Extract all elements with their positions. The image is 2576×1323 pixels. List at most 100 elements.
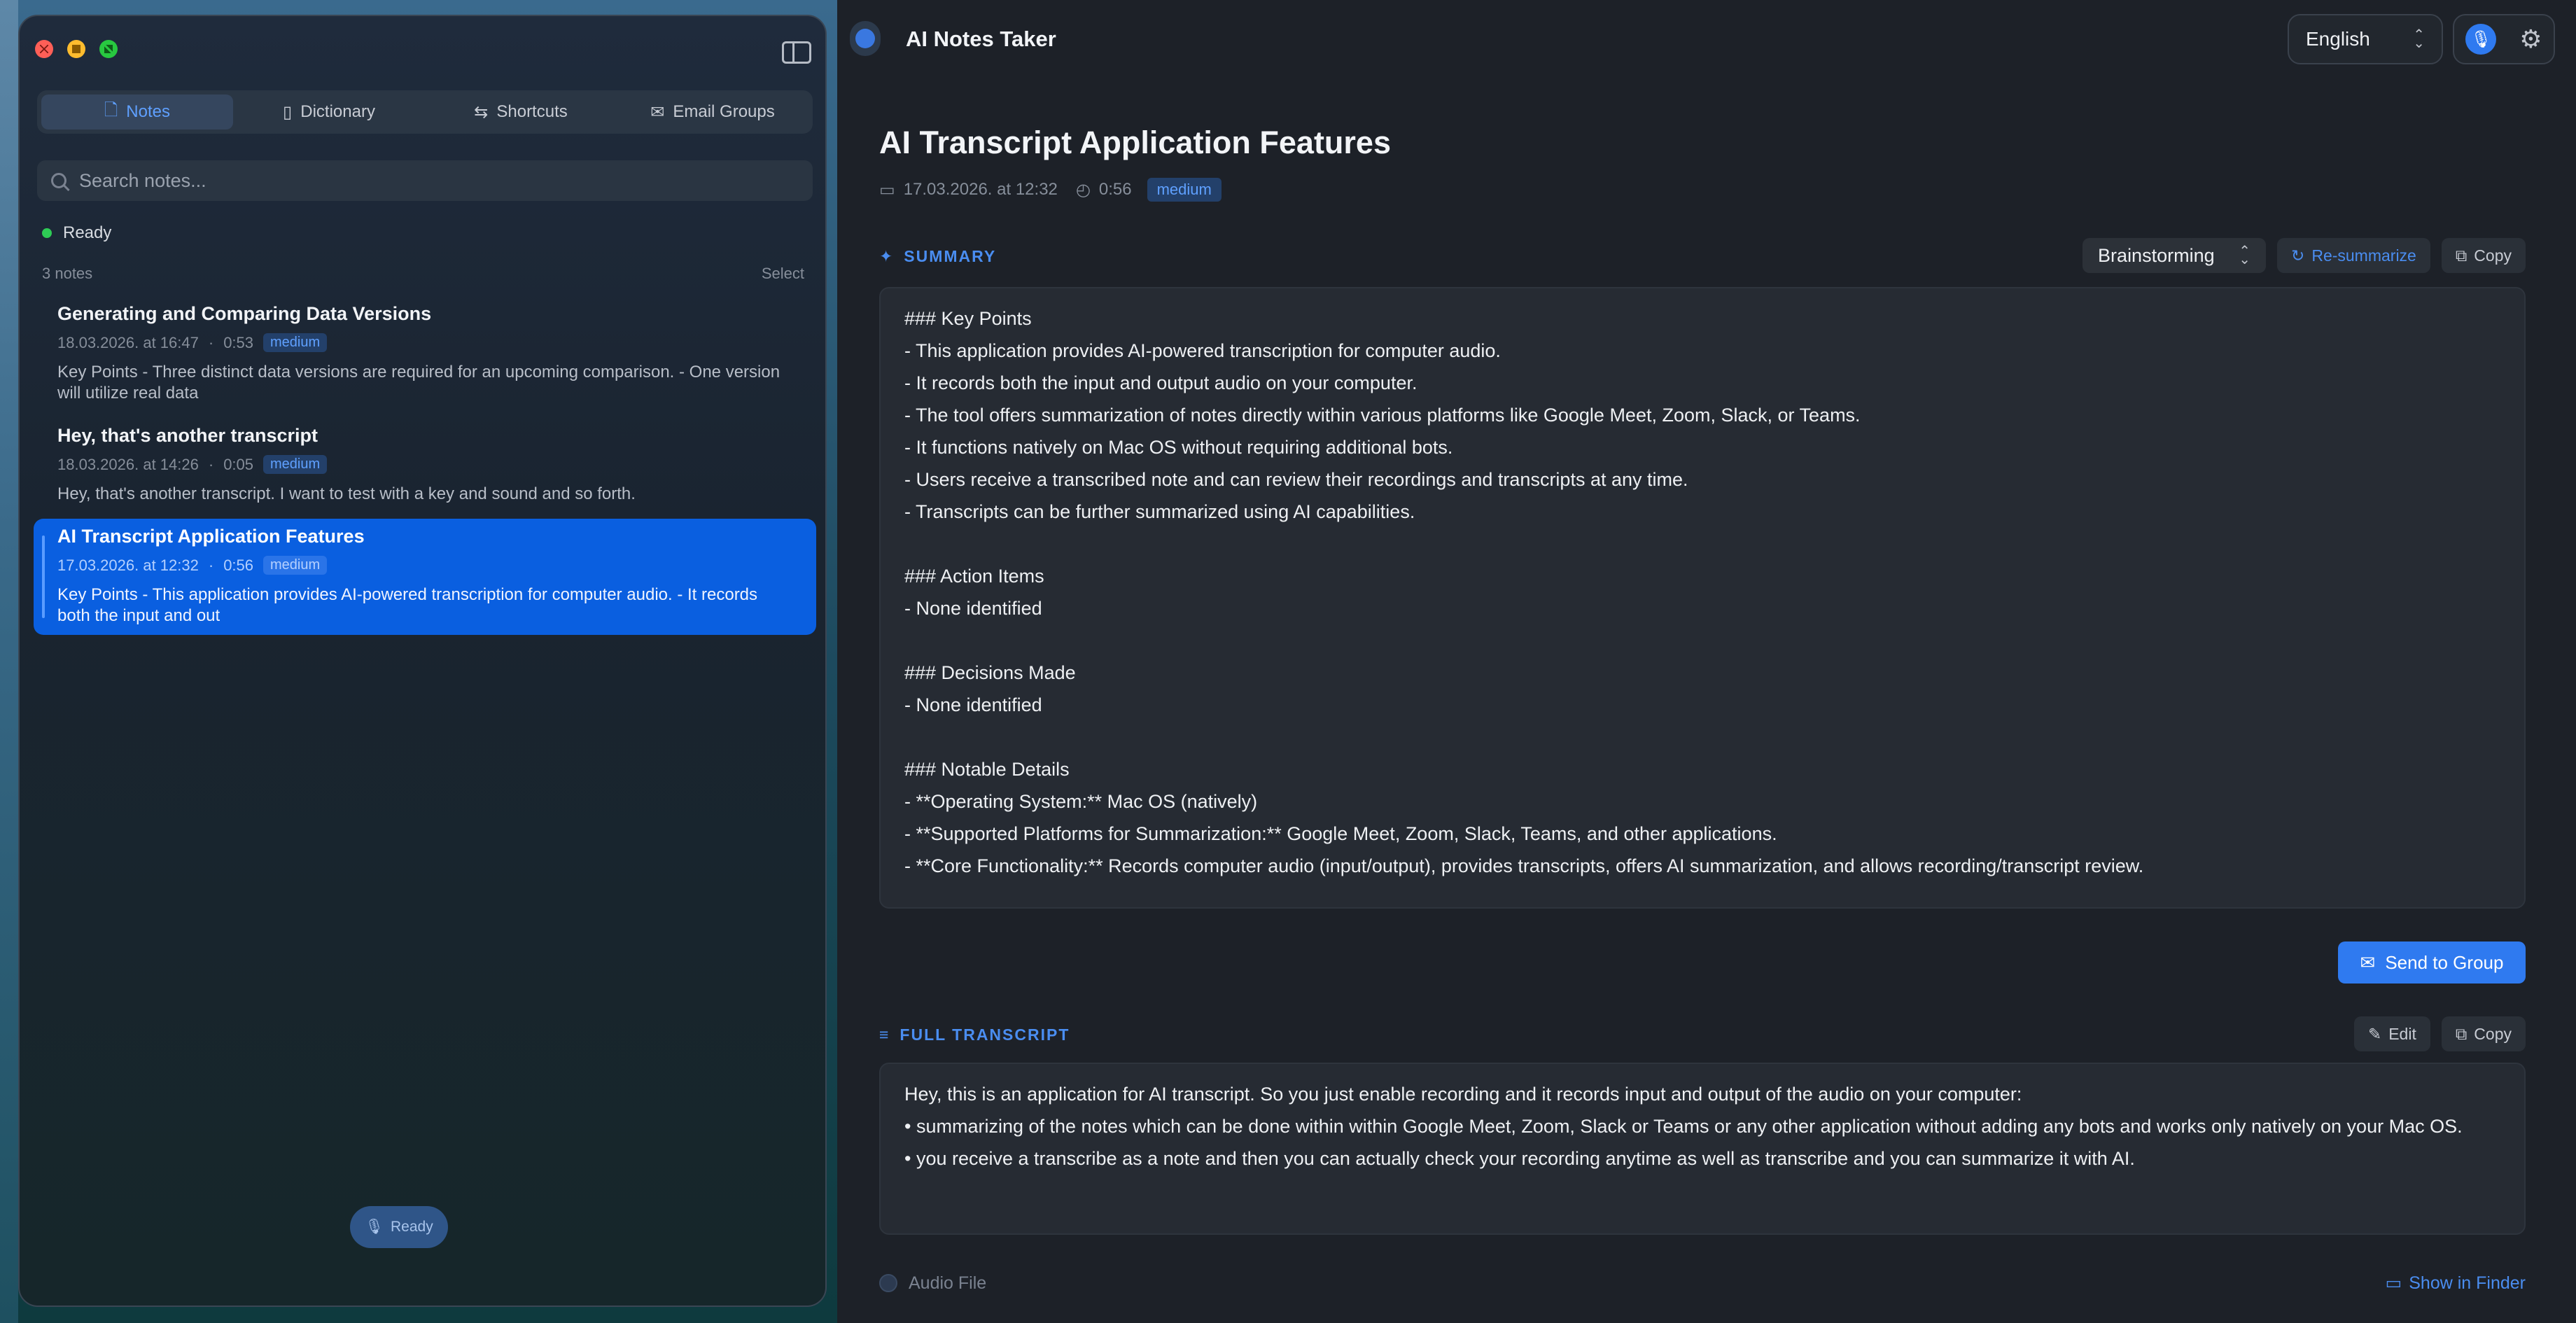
gear-icon[interactable]: ⚙ bbox=[2519, 24, 2542, 54]
tab-dictionary[interactable]: ▯ Dictionary bbox=[233, 94, 425, 130]
copy-label: Copy bbox=[2474, 1024, 2512, 1043]
summary-line: - **Operating System:** Mac OS (natively… bbox=[904, 791, 1258, 812]
close-window-button[interactable] bbox=[35, 40, 53, 58]
list-item-selected[interactable]: AI Transcript Application Features 17.03… bbox=[34, 519, 816, 635]
search-input[interactable] bbox=[79, 169, 799, 192]
toolbar: AI Notes Taker English ⌃ ⌄ 🎙 ⚙ bbox=[837, 0, 2576, 77]
copy-transcript-button[interactable]: ⧉ Copy bbox=[2441, 1016, 2526, 1051]
note-snippet: Key Points - Three distinct data version… bbox=[57, 363, 780, 402]
page-title: AI Transcript Application Features bbox=[879, 125, 1391, 160]
notes-count: 3 notes bbox=[42, 265, 93, 282]
edit-label: Edit bbox=[2388, 1024, 2416, 1043]
minimize-window-button[interactable] bbox=[67, 40, 85, 58]
summary-line: ### Key Points bbox=[904, 308, 1032, 329]
document-icon: 🗋 bbox=[104, 100, 118, 120]
search-bar bbox=[37, 160, 813, 201]
copy-icon: ⧉ bbox=[2455, 246, 2468, 265]
note-title: Generating and Comparing Data Versions bbox=[57, 303, 432, 324]
summary-heading: ✦ SUMMARY bbox=[879, 247, 996, 266]
summary-line: - The tool offers summarization of notes… bbox=[904, 405, 1861, 426]
list-item[interactable]: Hey, that's another transcript 18.03.202… bbox=[34, 418, 816, 513]
status-dot-icon bbox=[42, 228, 52, 238]
summary-style-select[interactable]: Brainstorming ⌃ ⌄ bbox=[2082, 238, 2267, 273]
summary-line: - It functions natively on Mac OS withou… bbox=[904, 437, 1453, 458]
transcript-actions: ✎ Edit ⧉ Copy bbox=[2353, 1016, 2526, 1051]
select-button[interactable]: Select bbox=[762, 265, 804, 283]
note-title: Hey, that's another transcript bbox=[57, 425, 318, 446]
quality-badge: medium bbox=[1147, 178, 1222, 202]
note-duration: 0:56 bbox=[223, 556, 254, 574]
transcript-content[interactable]: Hey, this is an application for AI trans… bbox=[879, 1063, 2526, 1235]
resummarize-label: Re-summarize bbox=[2311, 246, 2416, 265]
resummarize-button[interactable]: ↻ Re-summarize bbox=[2277, 238, 2430, 273]
microphone-button[interactable]: 🎙 bbox=[2465, 24, 2497, 55]
summary-line: ### Decisions Made bbox=[904, 662, 1076, 683]
sidebar: 🗋 Notes ▯ Dictionary ⇆ Shortcuts ✉ Email… bbox=[18, 15, 827, 1307]
window-controls bbox=[35, 40, 118, 58]
transcript-line: Hey, this is an application for AI trans… bbox=[904, 1084, 2022, 1105]
sidebar-tabs: 🗋 Notes ▯ Dictionary ⇆ Shortcuts ✉ Email… bbox=[37, 90, 813, 134]
copy-summary-button[interactable]: ⧉ Copy bbox=[2441, 238, 2526, 273]
book-icon: ▯ bbox=[283, 102, 293, 122]
tab-shortcuts[interactable]: ⇆ Shortcuts bbox=[425, 94, 617, 130]
list-item[interactable]: Generating and Comparing Data Versions 1… bbox=[34, 296, 816, 412]
tab-notes[interactable]: 🗋 Notes bbox=[41, 94, 233, 130]
note-meta: 17.03.2026. at 12:32 · 0:56 medium bbox=[57, 556, 792, 575]
document-meta: ▭ 17.03.2026. at 12:32 ◴ 0:56 medium bbox=[879, 178, 1222, 202]
transcript-heading: ≡ FULL TRANSCRIPT bbox=[879, 1026, 1070, 1044]
summary-line: - It records both the input and output a… bbox=[904, 372, 1418, 393]
copy-icon: ⧉ bbox=[2455, 1024, 2468, 1043]
main-panel: AI Notes Taker English ⌃ ⌄ 🎙 ⚙ AI Transcr… bbox=[837, 0, 2576, 1323]
sidebar-toggle-icon[interactable] bbox=[782, 41, 811, 64]
record-ready-button[interactable]: 🎙 Ready bbox=[350, 1206, 448, 1248]
copy-label: Copy bbox=[2474, 246, 2512, 265]
app-root: 🗋 Notes ▯ Dictionary ⇆ Shortcuts ✉ Email… bbox=[0, 0, 2576, 1323]
language-select[interactable]: English ⌃ ⌄ bbox=[2288, 14, 2443, 64]
summary-content[interactable]: ### Key Points - This application provid… bbox=[879, 287, 2526, 909]
app-logo-icon bbox=[850, 21, 881, 56]
zoom-window-button[interactable] bbox=[99, 40, 118, 58]
audio-icon bbox=[879, 1274, 897, 1292]
summary-actions: Brainstorming ⌃ ⌄ ↻ Re-summarize ⧉ Copy bbox=[2082, 238, 2526, 273]
text-lines-icon: ≡ bbox=[879, 1026, 890, 1044]
quality-badge: medium bbox=[263, 455, 328, 474]
envelope-icon: ✉ bbox=[650, 102, 665, 122]
tab-email-groups[interactable]: ✉ Email Groups bbox=[617, 94, 808, 130]
sparkle-icon: ✦ bbox=[879, 247, 895, 265]
microphone-icon: 🎙 bbox=[365, 1219, 384, 1235]
status-indicator: Ready bbox=[42, 223, 111, 243]
desktop-edge bbox=[0, 0, 18, 1323]
note-list: Generating and Comparing Data Versions 1… bbox=[34, 296, 816, 640]
refresh-icon: ↻ bbox=[2291, 246, 2305, 265]
note-snippet: Key Points - This application provides A… bbox=[57, 585, 758, 625]
tab-label: Notes bbox=[126, 102, 170, 121]
note-date: 17.03.2026. at 12:32 bbox=[57, 556, 199, 574]
transcript-heading-label: FULL TRANSCRIPT bbox=[899, 1026, 1070, 1044]
send-to-group-button[interactable]: ✉ Send to Group bbox=[2338, 941, 2526, 983]
app-title: AI Notes Taker bbox=[906, 27, 1056, 51]
status-text: Ready bbox=[63, 223, 112, 242]
audio-file: Audio File bbox=[879, 1273, 986, 1294]
show-in-finder-button[interactable]: ▭ Show in Finder bbox=[2386, 1273, 2526, 1294]
note-meta: 18.03.2026. at 14:26 · 0:05 medium bbox=[57, 455, 792, 474]
search-icon bbox=[51, 173, 66, 188]
summary-line: - **Supported Platforms for Summarizatio… bbox=[904, 823, 1777, 844]
summary-line: - This application provides AI-powered t… bbox=[904, 340, 1501, 361]
note-title: AI Transcript Application Features bbox=[57, 526, 365, 547]
toolbar-actions: 🎙 ⚙ bbox=[2453, 14, 2555, 64]
note-duration: 0:53 bbox=[223, 333, 254, 351]
summary-line bbox=[904, 721, 2500, 753]
summary-line: - Users receive a transcribed note and c… bbox=[904, 469, 1688, 490]
clock-icon: ◴ bbox=[1075, 180, 1091, 200]
arrows-icon: ⇆ bbox=[474, 102, 489, 122]
ready-pill-label: Ready bbox=[390, 1219, 433, 1235]
meta-separator: · bbox=[208, 333, 214, 351]
audio-file-row: Audio File ▭ Show in Finder bbox=[879, 1273, 2526, 1294]
envelope-icon: ✉ bbox=[2360, 951, 2376, 973]
summary-line bbox=[904, 624, 2500, 657]
summary-line: - None identified bbox=[904, 694, 1042, 715]
quality-badge: medium bbox=[263, 556, 328, 575]
edit-transcript-button[interactable]: ✎ Edit bbox=[2353, 1016, 2430, 1051]
show-in-finder-label: Show in Finder bbox=[2409, 1273, 2526, 1293]
tab-label: Dictionary bbox=[300, 102, 375, 121]
